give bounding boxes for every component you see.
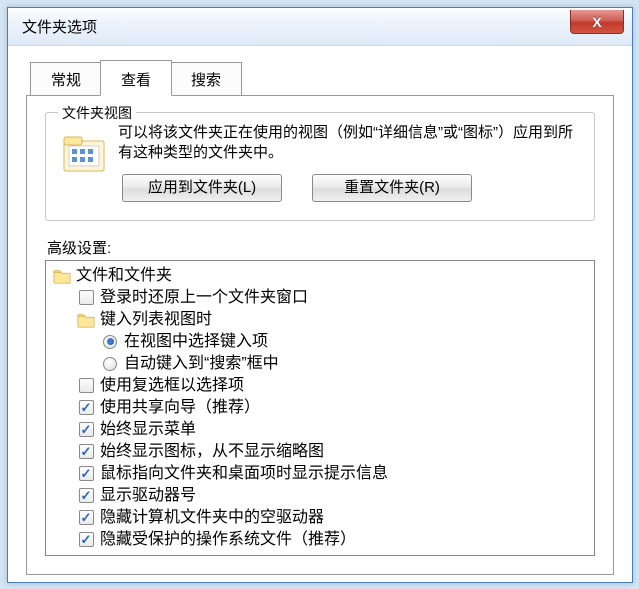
checkbox[interactable] (79, 290, 94, 305)
tree-item-label: 键入列表视图时 (100, 309, 212, 331)
group-legend: 文件夹视图 (58, 103, 136, 123)
titlebar[interactable]: 文件夹选项 X (8, 8, 632, 46)
checkbox-icon (76, 289, 96, 307)
checkbox[interactable] (79, 444, 94, 459)
tab-search-label: 搜索 (191, 72, 221, 89)
reset-btn-label: 重置文件夹(R) (344, 179, 440, 196)
checkbox[interactable] (79, 422, 94, 437)
close-button[interactable]: X (570, 10, 624, 34)
tree-item-label: 隐藏计算机文件夹中的空驱动器 (100, 507, 324, 529)
tree-row[interactable]: 自动键入到“搜索”框中 (50, 353, 590, 375)
tree-item-label: 文件和文件夹 (76, 265, 172, 287)
checkbox[interactable] (79, 400, 94, 415)
tab-view-label: 查看 (121, 72, 151, 89)
group-description: 可以将该文件夹正在使用的视图（例如“详细信息”或“图标”）应用到所有这种类型的文… (118, 123, 580, 164)
checkbox-icon (76, 443, 96, 461)
tree-row[interactable]: 隐藏受保护的操作系统文件（推荐） (50, 529, 590, 551)
tab-view[interactable]: 查看 (100, 60, 172, 96)
checkbox-icon (76, 509, 96, 527)
tree-item-label: 鼠标指向文件夹和桌面项时显示提示信息 (100, 463, 388, 485)
advanced-settings-treeview[interactable]: 文件和文件夹登录时还原上一个文件夹窗口键入列表视图时在视图中选择键入项自动键入到… (45, 260, 595, 556)
radio[interactable] (103, 335, 117, 349)
checkbox-icon (76, 377, 96, 395)
tree-item-label: 登录时还原上一个文件夹窗口 (100, 287, 308, 309)
tree-row[interactable]: 登录时还原上一个文件夹窗口 (50, 287, 590, 309)
folder-views-icon (60, 131, 108, 179)
tree-row[interactable]: 始终显示图标，从不显示缩略图 (50, 441, 590, 463)
checkbox[interactable] (79, 378, 94, 393)
tree-row[interactable]: 显示驱动器号 (50, 485, 590, 507)
checkbox[interactable] (79, 466, 94, 481)
tree-item-label: 在视图中选择键入项 (124, 331, 268, 353)
radio-icon (100, 333, 120, 351)
apply-btn-label: 应用到文件夹(L) (148, 179, 256, 196)
tree-row: 文件和文件夹 (50, 265, 590, 287)
tree-item-label: 自动键入到“搜索”框中 (124, 353, 279, 375)
apply-to-folders-button[interactable]: 应用到文件夹(L) (122, 174, 282, 202)
tab-strip: 常规 查看 搜索 (30, 60, 614, 95)
tab-general-label: 常规 (51, 72, 81, 89)
tab-panel-view: 文件夹视图 可以将该文 (26, 95, 614, 575)
client-area: 常规 查看 搜索 文件夹视图 (8, 46, 632, 582)
tree-item-label: 使用复选框以选择项 (100, 375, 244, 397)
checkbox[interactable] (79, 510, 94, 525)
radio[interactable] (103, 357, 117, 371)
tree-item-label: 显示驱动器号 (100, 485, 196, 507)
checkbox[interactable] (79, 488, 94, 503)
tree-row[interactable]: 使用共享向导（推荐） (50, 397, 590, 419)
radio-icon (100, 355, 120, 373)
close-icon: X (592, 14, 601, 30)
folder-icon (52, 267, 72, 285)
tree-row[interactable]: 始终显示菜单 (50, 419, 590, 441)
dialog-title: 文件夹选项 (22, 16, 97, 37)
checkbox-icon (76, 399, 96, 417)
tree-item-label: 始终显示菜单 (100, 419, 196, 441)
tree-row[interactable]: 隐藏计算机文件夹中的空驱动器 (50, 507, 590, 529)
tab-general[interactable]: 常规 (30, 62, 102, 96)
tree-item-label: 始终显示图标，从不显示缩略图 (100, 441, 324, 463)
folder-view-group: 文件夹视图 可以将该文 (45, 112, 595, 221)
checkbox-icon (76, 531, 96, 549)
tree-item-label: 使用共享向导（推荐） (100, 397, 260, 419)
folder-options-dialog: 文件夹选项 X 常规 查看 搜索 文件夹视图 (7, 7, 633, 583)
folder-icon (76, 311, 96, 329)
reset-folders-button[interactable]: 重置文件夹(R) (312, 174, 472, 202)
advanced-settings-label: 高级设置: (47, 237, 595, 258)
tree-row: 键入列表视图时 (50, 309, 590, 331)
tree-row[interactable]: 鼠标指向文件夹和桌面项时显示提示信息 (50, 463, 590, 485)
checkbox-icon (76, 487, 96, 505)
tree-row[interactable]: 使用复选框以选择项 (50, 375, 590, 397)
checkbox[interactable] (79, 532, 94, 547)
tree-row[interactable]: 在视图中选择键入项 (50, 331, 590, 353)
tree-item-label: 隐藏受保护的操作系统文件（推荐） (100, 529, 356, 551)
checkbox-icon (76, 421, 96, 439)
tab-search[interactable]: 搜索 (170, 62, 242, 96)
checkbox-icon (76, 465, 96, 483)
